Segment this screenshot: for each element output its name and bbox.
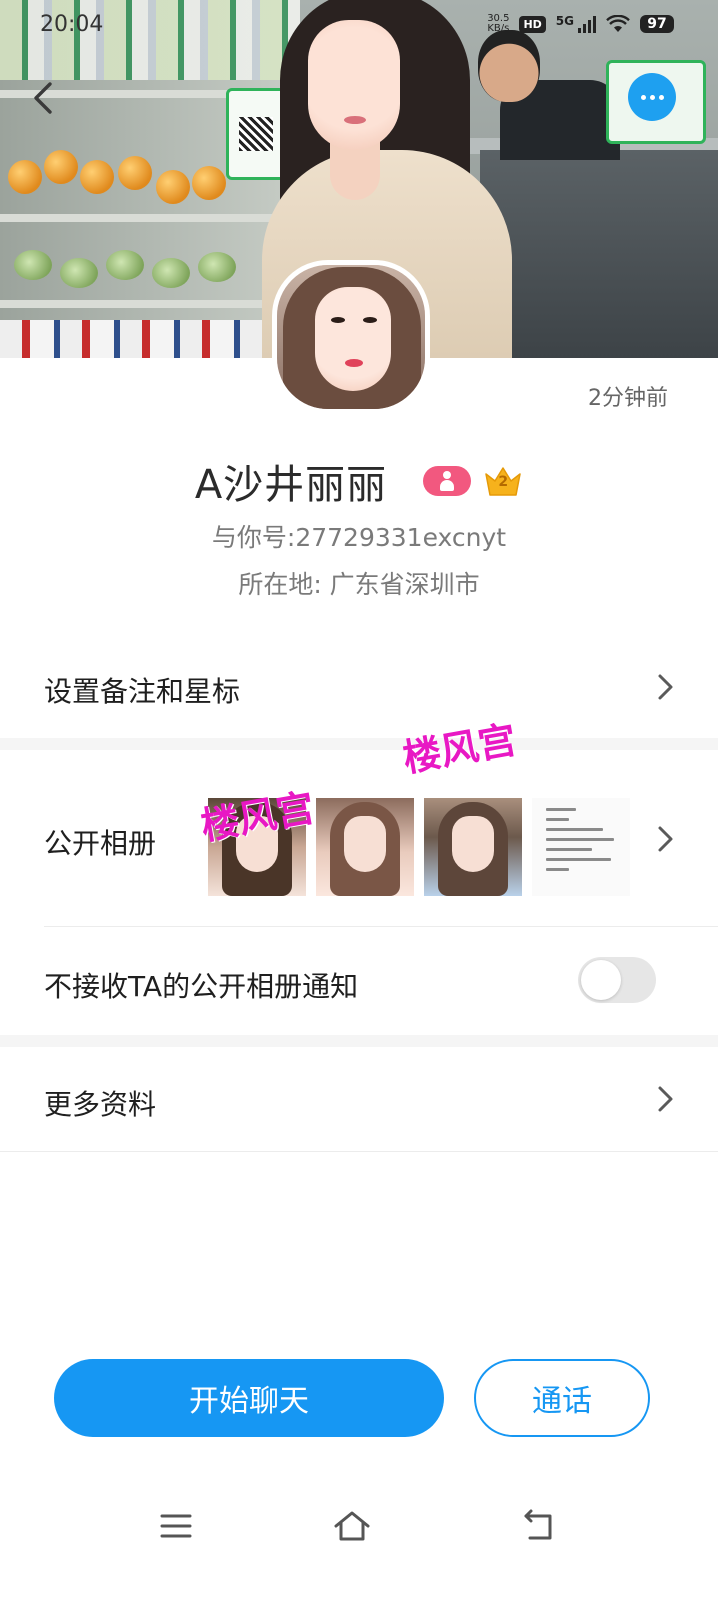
- more-info-row[interactable]: 更多资料: [0, 1047, 718, 1151]
- melon: [152, 258, 190, 288]
- fruit: [192, 166, 226, 200]
- notify-row: 不接收TA的公开相册通知: [0, 927, 718, 1035]
- shelf-labels: [0, 320, 300, 358]
- fruit: [118, 156, 152, 190]
- back-button[interactable]: [26, 76, 66, 120]
- thumbnail-face: [452, 816, 494, 872]
- avatar-eye: [363, 317, 377, 323]
- last-seen-time: 2分钟前: [588, 386, 668, 411]
- level-badge[interactable]: 2: [483, 464, 523, 498]
- signal-icon: [578, 15, 596, 33]
- profile-name: A沙井丽丽: [194, 462, 388, 508]
- album-thumbnail[interactable]: [532, 798, 630, 896]
- toggle-knob: [581, 960, 621, 1000]
- shelf-line: [0, 214, 290, 222]
- melon: [106, 250, 144, 280]
- row-divider: [0, 1151, 718, 1152]
- remark-label: 设置备注和星标: [44, 675, 241, 708]
- chevron-left-icon: [34, 82, 52, 114]
- chevron-right-icon: [658, 674, 673, 700]
- more-info-label: 更多资料: [44, 1088, 157, 1121]
- remark-row[interactable]: 设置备注和星标: [0, 636, 718, 738]
- avatar-face: [315, 287, 391, 391]
- start-chat-button[interactable]: 开始聊天: [54, 1359, 444, 1437]
- more-dot: [640, 94, 646, 100]
- network-type: 5G: [555, 14, 574, 28]
- account-id: 与你号:27729331excnyt: [211, 523, 507, 552]
- chevron-right-icon: [658, 826, 673, 852]
- home-icon: [334, 1511, 370, 1541]
- album-label: 公开相册: [44, 827, 157, 860]
- fruit: [8, 160, 42, 194]
- qr-code-card: [226, 88, 286, 180]
- home-button[interactable]: [332, 1506, 372, 1546]
- fruit: [156, 170, 190, 204]
- profile-screen: 20:04 30.5 KB/s HD 5G 97 2分钟前 A沙井丽丽 2 与你…: [0, 0, 718, 1600]
- shelf-line: [0, 300, 290, 308]
- menu-icon: [160, 1514, 192, 1538]
- thumbnail-text-lines: [546, 808, 622, 878]
- location: 所在地: 广东省深圳市: [238, 570, 480, 599]
- wifi-icon: [606, 15, 630, 32]
- notify-toggle[interactable]: [578, 957, 656, 1003]
- gender-badge[interactable]: [423, 466, 472, 496]
- battery-icon: 97: [640, 15, 674, 33]
- back-nav-button[interactable]: [518, 1506, 558, 1546]
- section-divider: [0, 1035, 718, 1047]
- melon: [14, 250, 52, 280]
- status-time: 20:04: [40, 12, 104, 37]
- status-icons: 30.5 KB/s HD 5G 97: [487, 14, 674, 34]
- more-options-button[interactable]: [628, 73, 676, 121]
- back-icon: [524, 1509, 552, 1540]
- person-icon: [440, 471, 455, 491]
- status-bar: 20:04 30.5 KB/s HD 5G 97: [0, 0, 718, 52]
- notify-label: 不接收TA的公开相册通知: [44, 970, 359, 1003]
- counter: [480, 150, 718, 358]
- album-row[interactable]: 公开相册 楼风宫 楼风宫: [0, 717, 718, 926]
- network-speed-unit: KB/s: [487, 23, 510, 34]
- menu-button[interactable]: [156, 1506, 196, 1546]
- melon: [198, 252, 236, 282]
- thumbnail-face: [344, 816, 386, 872]
- name-row: A沙井丽丽 2: [0, 452, 718, 510]
- level-number: 2: [498, 474, 509, 490]
- avatar-lip: [345, 359, 363, 367]
- network-speed: 30.5 KB/s: [487, 14, 509, 34]
- fruit: [80, 160, 114, 194]
- fruit: [44, 150, 78, 184]
- avatar[interactable]: [272, 260, 430, 414]
- call-button[interactable]: 通话: [474, 1359, 650, 1437]
- more-dot: [658, 94, 664, 100]
- chevron-right-icon: [658, 1086, 673, 1112]
- more-dot: [649, 94, 655, 100]
- hd-badge: HD: [519, 15, 546, 33]
- system-nav-bar: [0, 1490, 718, 1560]
- album-thumbnail[interactable]: [424, 798, 522, 896]
- melon: [60, 258, 98, 288]
- avatar-eye: [331, 317, 345, 323]
- section-divider: [0, 738, 718, 750]
- album-thumbnail[interactable]: [316, 798, 414, 896]
